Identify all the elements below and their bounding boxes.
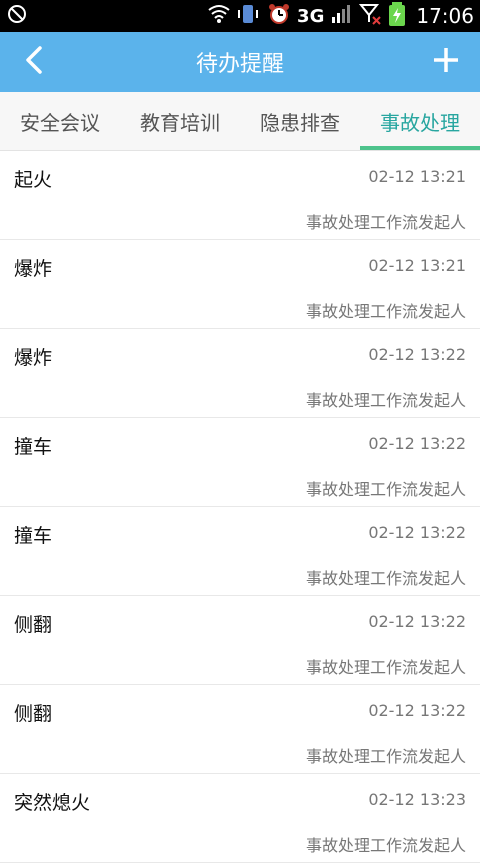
item-initiator: 事故处理工作流发起人 xyxy=(305,480,466,499)
todo-list: 起火 02-12 13:21 事故处理工作流发起人 爆炸 02-12 13:21… xyxy=(0,151,480,863)
list-item[interactable]: 突然熄火 02-12 13:23 事故处理工作流发起人 xyxy=(0,774,480,863)
plus-icon xyxy=(433,47,459,77)
clock: 17:06 xyxy=(416,4,474,28)
list-item[interactable]: 爆炸 02-12 13:21 事故处理工作流发起人 xyxy=(0,240,480,329)
item-name: 侧翻 xyxy=(14,614,53,636)
item-initiator: 事故处理工作流发起人 xyxy=(305,302,466,321)
item-time: 02-12 13:22 xyxy=(368,612,466,631)
back-button[interactable] xyxy=(12,40,56,84)
vibrate-icon xyxy=(237,3,261,29)
item-name: 撞车 xyxy=(14,525,53,547)
page-title: 待办提醒 xyxy=(195,52,284,77)
item-initiator: 事故处理工作流发起人 xyxy=(305,391,466,410)
status-left xyxy=(6,3,28,29)
list-item[interactable]: 起火 02-12 13:21 事故处理工作流发起人 xyxy=(0,151,480,240)
item-time: 02-12 13:22 xyxy=(368,701,466,720)
item-initiator: 事故处理工作流发起人 xyxy=(305,213,466,232)
battery-charging-icon xyxy=(388,2,406,30)
signal-no-sim-icon xyxy=(358,2,382,30)
status-right: 3G 17:06 xyxy=(207,2,474,30)
signal-icon xyxy=(330,3,352,29)
alarm-clock-icon xyxy=(267,2,291,30)
item-name: 起火 xyxy=(14,169,53,191)
item-time: 02-12 13:21 xyxy=(368,256,466,275)
item-time: 02-12 13:21 xyxy=(368,167,466,186)
wifi-icon xyxy=(207,4,231,28)
item-initiator: 事故处理工作流发起人 xyxy=(305,747,466,766)
list-item[interactable]: 侧翻 02-12 13:22 事故处理工作流发起人 xyxy=(0,685,480,774)
tab-bar: 安全会议 教育培训 隐患排查 事故处理 xyxy=(0,92,480,151)
item-name: 爆炸 xyxy=(14,347,53,369)
item-time: 02-12 13:22 xyxy=(368,345,466,364)
item-initiator: 事故处理工作流发起人 xyxy=(305,569,466,588)
network-type: 3G xyxy=(297,5,325,27)
item-name: 侧翻 xyxy=(14,703,53,725)
list-item[interactable]: 侧翻 02-12 13:22 事故处理工作流发起人 xyxy=(0,596,480,685)
item-time: 02-12 13:22 xyxy=(368,434,466,453)
status-bar: 3G 17:06 xyxy=(0,0,480,32)
tab-accident-handling[interactable]: 事故处理 xyxy=(360,92,480,150)
item-name: 爆炸 xyxy=(14,258,53,280)
tab-hazard-inspection[interactable]: 隐患排查 xyxy=(240,92,360,150)
add-button[interactable] xyxy=(424,40,468,84)
do-not-disturb-icon xyxy=(6,3,28,29)
list-item[interactable]: 爆炸 02-12 13:22 事故处理工作流发起人 xyxy=(0,329,480,418)
list-item[interactable]: 撞车 02-12 13:22 事故处理工作流发起人 xyxy=(0,418,480,507)
tab-safety-meeting[interactable]: 安全会议 xyxy=(0,92,120,150)
item-time: 02-12 13:22 xyxy=(368,523,466,542)
app-bar: 待办提醒 xyxy=(0,32,480,92)
back-arrow-icon xyxy=(23,45,45,79)
list-item[interactable]: 撞车 02-12 13:22 事故处理工作流发起人 xyxy=(0,507,480,596)
tab-education-training[interactable]: 教育培训 xyxy=(120,92,240,150)
item-name: 撞车 xyxy=(14,436,53,458)
item-initiator: 事故处理工作流发起人 xyxy=(305,836,466,855)
item-name: 突然熄火 xyxy=(14,792,91,814)
item-initiator: 事故处理工作流发起人 xyxy=(305,658,466,677)
